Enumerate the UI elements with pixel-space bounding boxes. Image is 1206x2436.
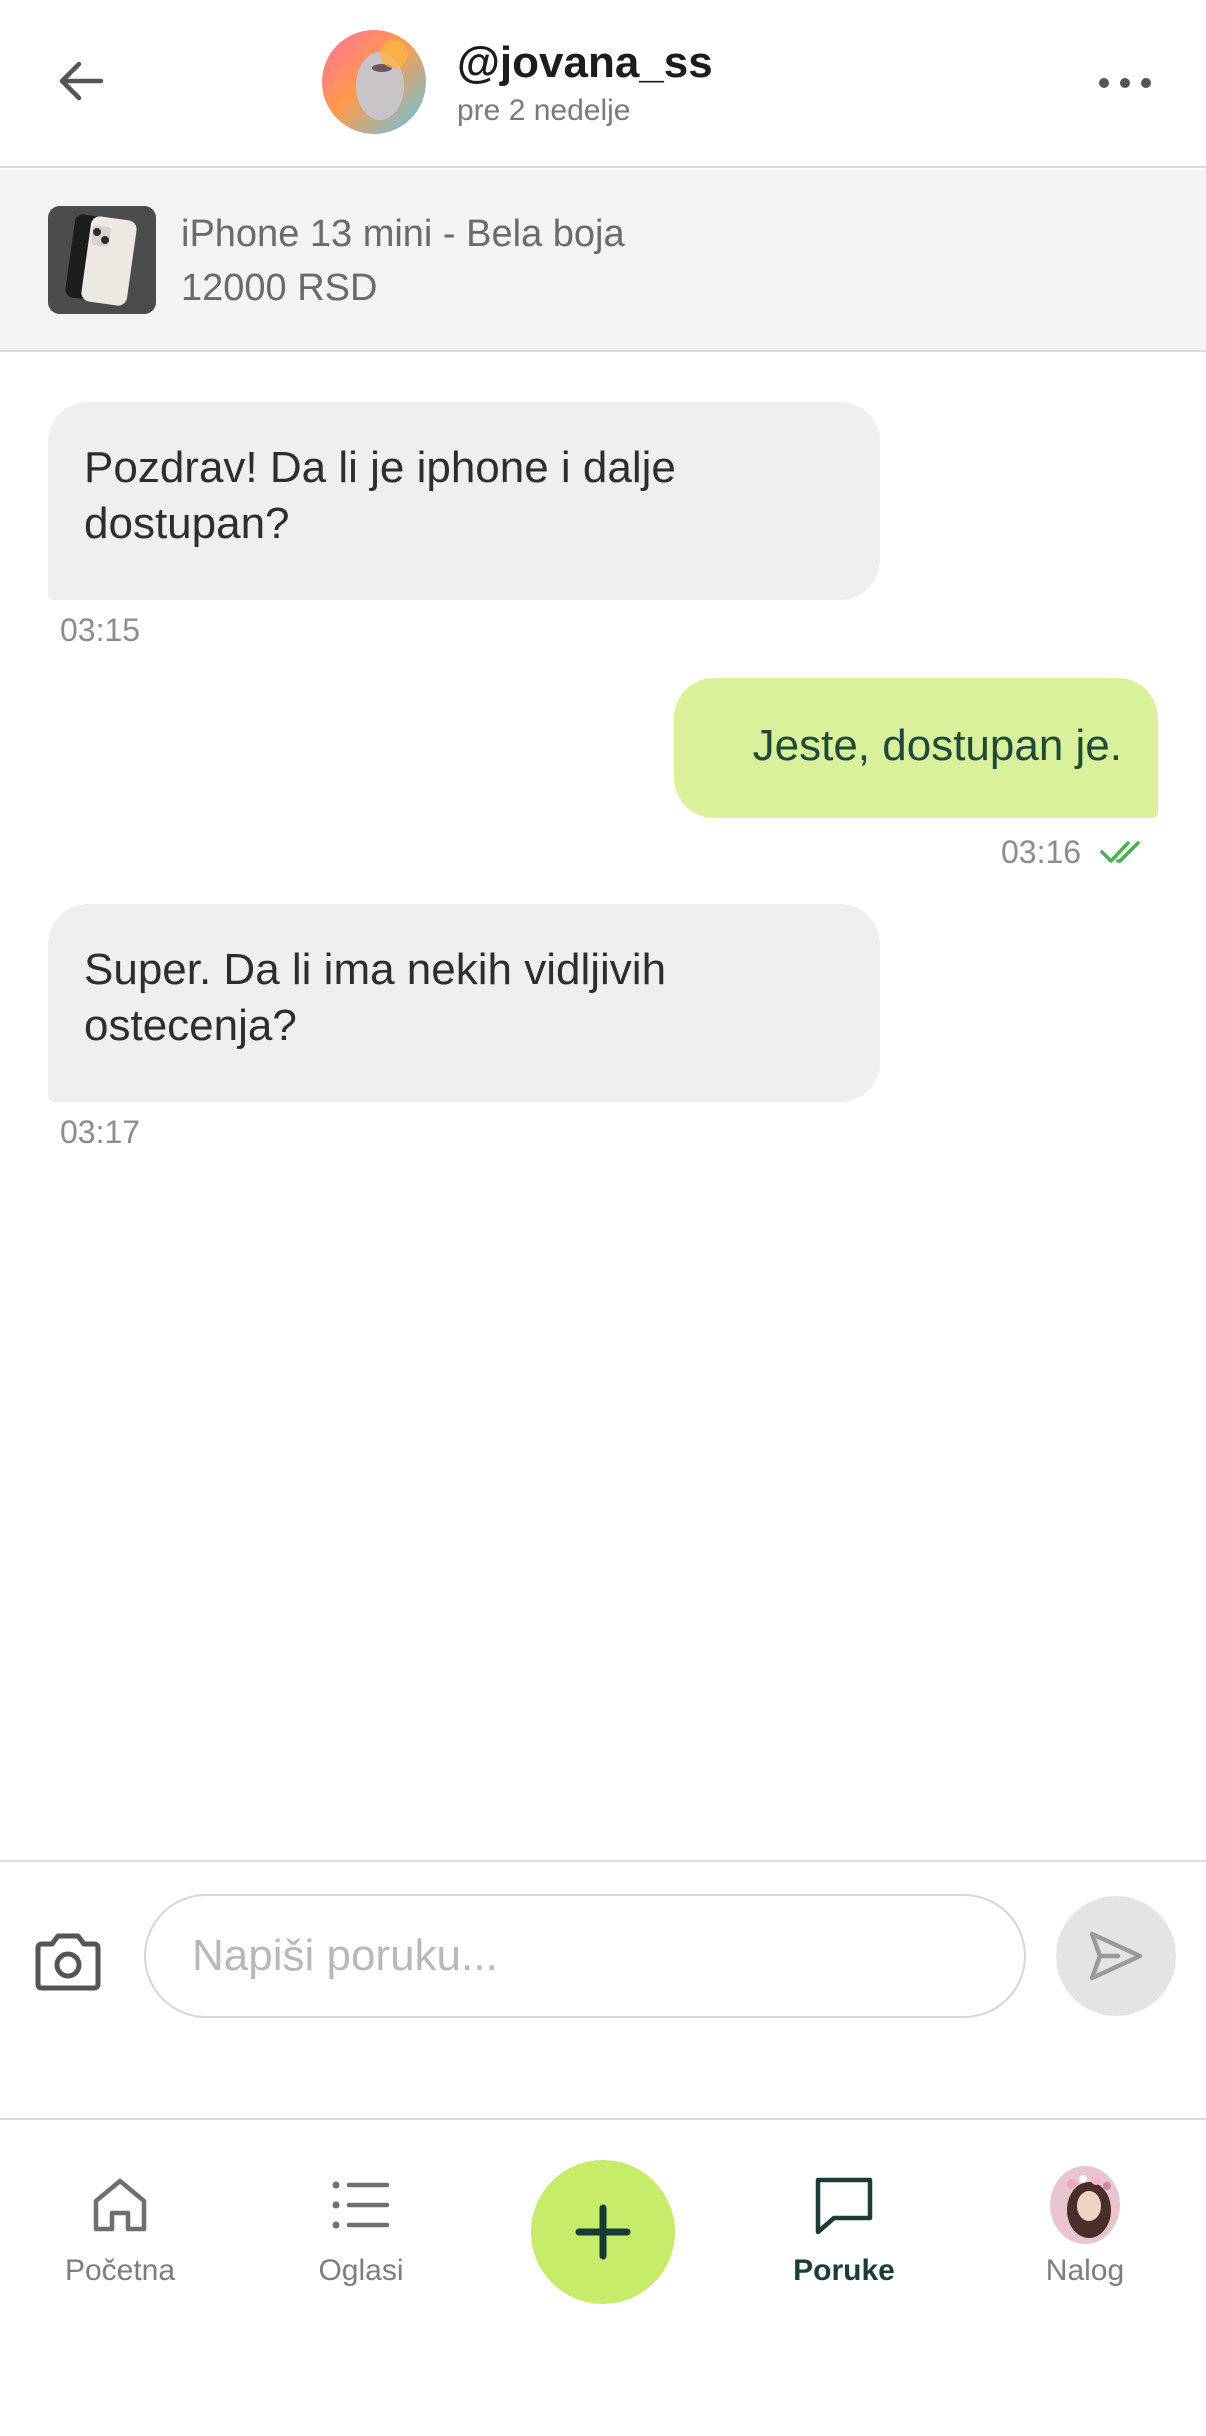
send-icon	[1089, 1931, 1143, 1981]
message-text: Super. Da li ima nekih vidljivih ostecen…	[84, 945, 667, 1050]
nav-item-account[interactable]: Nalog	[995, 2166, 1175, 2310]
listing-thumbnail	[48, 206, 156, 314]
bottom-navigation: Početna Oglasi Poruke Nalog	[0, 2118, 1206, 2436]
listing-preview[interactable]: iPhone 13 mini - Bela boja 12000 RSD	[0, 170, 1206, 352]
user-avatar[interactable]	[322, 30, 426, 134]
nav-label: Poruke	[793, 2254, 895, 2287]
camera-icon	[35, 1933, 101, 1991]
more-options-button[interactable]	[1090, 55, 1160, 111]
nav-item-home[interactable]: Početna	[30, 2170, 210, 2310]
message-text: Pozdrav! Da li je iphone i dalje dostupa…	[84, 443, 676, 548]
message-icon	[815, 2177, 873, 2235]
back-button[interactable]	[46, 46, 116, 116]
nav-label: Početna	[64, 2254, 176, 2287]
message-composer	[0, 1860, 1206, 2120]
avatar	[1050, 2166, 1120, 2244]
nav-label: Nalog	[1045, 2254, 1125, 2287]
last-seen: pre 2 nedelje	[457, 94, 631, 127]
double-check-icon	[1100, 841, 1140, 863]
message-time: 03:17	[60, 1114, 141, 1150]
list-icon	[332, 2181, 390, 2229]
message-input[interactable]	[144, 1894, 1026, 2018]
message-time: 03:15	[60, 612, 141, 648]
message-text: Jeste, dostupan je.	[752, 721, 1122, 770]
incoming-message: Pozdrav! Da li je iphone i dalje dostupa…	[48, 402, 880, 600]
listing-title: iPhone 13 mini - Bela boja	[181, 213, 625, 255]
username[interactable]: @jovana_ss	[457, 38, 713, 88]
message-time: 03:16	[1001, 834, 1082, 870]
chat-header: @jovana_ss pre 2 nedelje	[0, 0, 1206, 168]
nav-item-messages[interactable]: Poruke	[754, 2170, 934, 2310]
outgoing-message: Jeste, dostupan je.	[674, 678, 1158, 818]
send-button[interactable]	[1056, 1896, 1176, 2016]
nav-item-listings[interactable]: Oglasi	[271, 2170, 451, 2310]
plus-icon	[575, 2204, 631, 2260]
camera-button[interactable]	[30, 1924, 106, 2000]
home-icon	[93, 2178, 147, 2232]
incoming-message: Super. Da li ima nekih vidljivih ostecen…	[48, 904, 880, 1102]
more-horizontal-icon	[1099, 78, 1151, 88]
arrow-left-icon	[59, 61, 104, 101]
add-listing-button[interactable]	[531, 2160, 675, 2304]
listing-price: 12000 RSD	[181, 267, 378, 309]
nav-label: Oglasi	[318, 2254, 404, 2287]
